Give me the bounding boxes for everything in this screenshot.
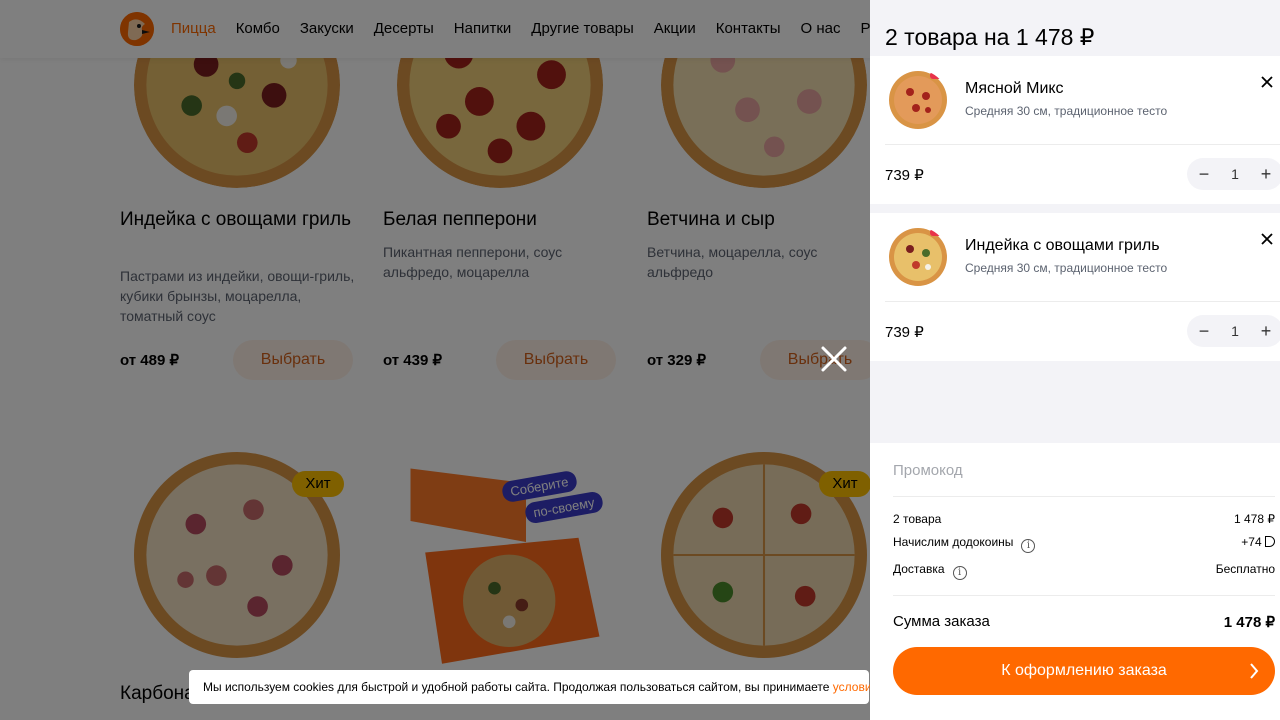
modal-backdrop[interactable] <box>0 0 870 720</box>
delivery-value: Бесплатно <box>1215 562 1275 576</box>
divider <box>885 144 1280 145</box>
chevron-right-icon <box>1250 663 1259 679</box>
summary-delivery-row: Доставка i Бесплатно <box>893 562 1275 580</box>
summary-coins-row: Начислим додокоины i +74 <box>893 535 1275 553</box>
coins-value-wrap: +74 <box>1241 535 1275 549</box>
remove-item-icon[interactable] <box>1260 75 1274 89</box>
cart-item-image <box>889 71 947 129</box>
checkout-label: К оформлению заказа <box>1001 662 1167 679</box>
increase-quantity-button[interactable]: + <box>1251 158 1280 190</box>
close-cart-icon[interactable] <box>817 342 851 376</box>
quantity-stepper: − 1 + <box>1187 158 1280 190</box>
cart-panel: 2 товара на 1 478 ₽ Мясной Микс Средняя … <box>870 0 1280 720</box>
quantity-value: 1 <box>1231 166 1239 182</box>
quantity-stepper: − 1 + <box>1187 315 1280 347</box>
cart-item-desc: Средняя 30 см, традиционное тесто <box>965 261 1168 275</box>
decrease-quantity-button[interactable]: − <box>1189 158 1219 190</box>
divider <box>893 496 1275 497</box>
dodocoin-icon <box>1265 536 1275 547</box>
decrease-quantity-button[interactable]: − <box>1189 315 1219 347</box>
cart-item-desc: Средняя 30 см, традиционное тесто <box>965 104 1168 118</box>
quantity-value: 1 <box>1231 323 1239 339</box>
cart-item-name: Индейка с овощами гриль <box>965 237 1160 254</box>
promo-code-input[interactable]: Промокод <box>893 462 963 479</box>
cart-item-image <box>889 228 947 286</box>
items-value: 1 478 ₽ <box>1234 512 1275 526</box>
divider <box>885 301 1280 302</box>
divider <box>893 595 1275 596</box>
order-summary: Промокод 2 товара 1 478 ₽ Начислим додок… <box>870 443 1280 720</box>
increase-quantity-button[interactable]: + <box>1251 315 1280 347</box>
info-icon[interactable]: i <box>1021 539 1036 553</box>
items-label: 2 товара <box>893 512 942 526</box>
cart-item: Мясной Микс Средняя 30 см, традиционное … <box>870 56 1280 204</box>
order-total-row: Сумма заказа 1 478 ₽ <box>893 613 1275 631</box>
cart-item-price: 739 ₽ <box>885 167 924 184</box>
cookie-text: Мы используем cookies для быстрой и удоб… <box>203 680 833 694</box>
coins-label: Начислим додокоины <box>893 535 1014 549</box>
total-value: 1 478 ₽ <box>1223 614 1275 631</box>
cart-title: 2 товара на 1 478 ₽ <box>885 24 1095 50</box>
total-label: Сумма заказа <box>893 613 990 630</box>
checkout-button[interactable]: К оформлению заказа <box>893 647 1275 695</box>
delivery-label: Доставка <box>893 562 945 576</box>
summary-items-row: 2 товара 1 478 ₽ <box>893 512 1275 526</box>
coins-value: +74 <box>1241 535 1262 549</box>
remove-item-icon[interactable] <box>1260 232 1274 246</box>
cart-item-price: 739 ₽ <box>885 324 924 341</box>
info-icon[interactable]: i <box>952 566 967 580</box>
cookie-banner: Мы используем cookies для быстрой и удоб… <box>189 670 1068 704</box>
cart-item-name: Мясной Микс <box>965 80 1064 97</box>
cart-item: Индейка с овощами гриль Средняя 30 см, т… <box>870 213 1280 361</box>
